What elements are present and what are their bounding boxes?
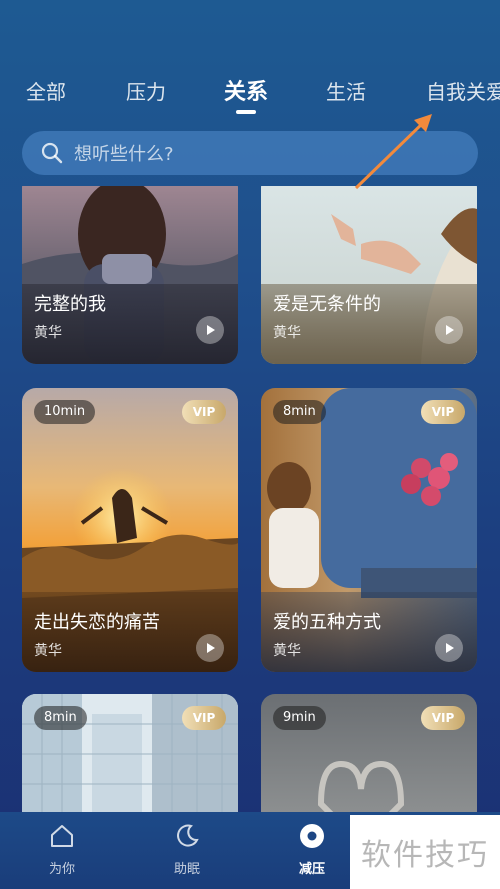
duration-badge: 10min: [34, 400, 96, 424]
card-title: 走出失恋的痛苦: [34, 612, 160, 633]
search-icon: [41, 142, 63, 164]
vip-badge: VIP: [182, 706, 226, 730]
nav-label: 助眠: [173, 862, 200, 877]
card-five-love-ways[interactable]: 8min VIP 爱的五种方式 黄华: [261, 388, 477, 672]
card-author: 黄华: [34, 325, 62, 341]
duration-badge: 8min: [273, 400, 326, 424]
vip-badge: VIP: [421, 706, 465, 730]
tab-life[interactable]: 生活: [326, 76, 366, 105]
nav-label: 减压: [298, 862, 325, 877]
active-tab-indicator: [236, 110, 256, 114]
tab-self-care[interactable]: 自我关爱: [426, 76, 500, 105]
card-buildings[interactable]: 8min VIP: [22, 694, 238, 812]
nav-relax[interactable]: 减压: [272, 822, 352, 877]
card-complete-me[interactable]: 完整的我 黄华: [22, 186, 238, 364]
play-button[interactable]: [196, 634, 224, 662]
target-icon: [300, 824, 324, 848]
tab-stress[interactable]: 压力: [126, 76, 166, 105]
card-title: 爱是无条件的: [273, 294, 381, 315]
card-author: 黄华: [273, 325, 301, 341]
duration-badge: 8min: [34, 706, 87, 730]
category-tabs: 全部 压力 关系 生活 自我关爱: [0, 72, 500, 116]
tab-all[interactable]: 全部: [26, 76, 66, 105]
search-input[interactable]: 想听些什么?: [74, 140, 174, 166]
play-icon: [207, 643, 215, 653]
card-author: 黄华: [34, 643, 62, 659]
moon-icon: [177, 824, 199, 847]
watermark: 软件技巧: [350, 815, 500, 889]
vip-badge: VIP: [182, 400, 226, 424]
play-icon: [446, 325, 454, 335]
card-title: 完整的我: [34, 294, 106, 315]
play-button[interactable]: [196, 316, 224, 344]
card-heartbreak[interactable]: 10min VIP 走出失恋的痛苦 黄华: [22, 388, 238, 672]
card-unconditional-love[interactable]: 爱是无条件的 黄华: [261, 186, 477, 364]
nav-sleep[interactable]: 助眠: [147, 822, 227, 877]
search-bar[interactable]: 想听些什么?: [22, 131, 478, 175]
card-foggy-window[interactable]: 9min VIP: [261, 694, 477, 812]
duration-badge: 9min: [273, 706, 326, 730]
nav-label: 为你: [48, 862, 75, 877]
content-grid: 完整的我 黄华 爱是无条件的 黄华 10min VIP 走出失恋的痛苦 黄华 8…: [0, 186, 500, 812]
nav-for-you[interactable]: 为你: [22, 822, 102, 877]
tab-relationship[interactable]: 关系: [224, 74, 268, 106]
play-button[interactable]: [435, 316, 463, 344]
home-icon: [51, 825, 73, 847]
card-title: 爱的五种方式: [273, 612, 381, 633]
play-icon: [207, 325, 215, 335]
vip-badge: VIP: [421, 400, 465, 424]
play-button[interactable]: [435, 634, 463, 662]
play-icon: [446, 643, 454, 653]
card-author: 黄华: [273, 643, 301, 659]
